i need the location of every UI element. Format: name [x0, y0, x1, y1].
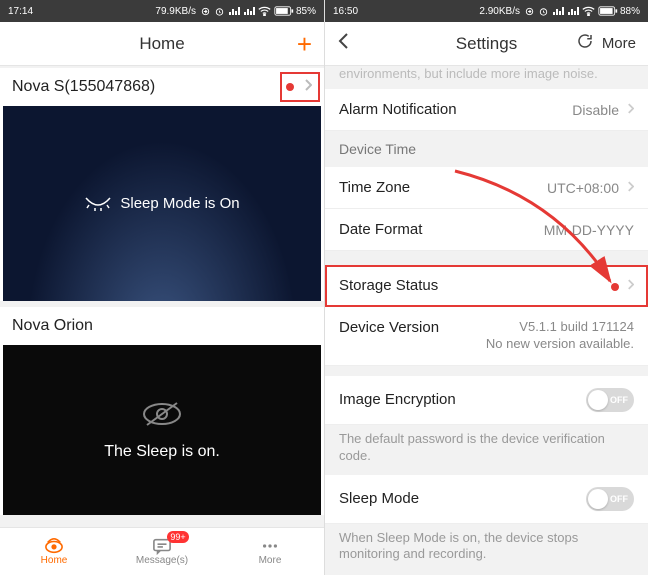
badge: 99+ [167, 531, 188, 543]
status-bar: 17:14 79.9KB/s 85% [0, 0, 324, 22]
top-nav: Home + [0, 22, 324, 66]
sleep-icon [84, 196, 112, 212]
settings-screen: 16:50 2.90KB/s 88% Settings More [324, 0, 648, 575]
device-header[interactable]: Nova S(155047868) [0, 68, 324, 106]
back-button[interactable] [337, 32, 349, 55]
truncated-text: environments, but include more image noi… [325, 66, 648, 89]
sleep-note: When Sleep Mode is on, the device stops … [325, 524, 648, 574]
row-timezone[interactable]: Time Zone UTC+08:00 [325, 167, 648, 209]
encryption-note: The default password is the device verif… [325, 425, 648, 475]
status-bar: 16:50 2.90KB/s 88% [325, 0, 648, 22]
section-device-time: Device Time [325, 131, 648, 167]
settings-list: environments, but include more image noi… [325, 66, 648, 575]
device-header[interactable]: Nova Orion [0, 307, 324, 345]
device-thumbnail[interactable]: The Sleep is on. [3, 345, 321, 515]
top-nav: Settings More [325, 22, 648, 66]
status-time: 16:50 [333, 6, 358, 17]
chevron-right-icon [627, 277, 634, 294]
device-name: Nova S(155047868) [12, 78, 155, 96]
row-alarm-notification[interactable]: Alarm Notification Disable [325, 89, 648, 131]
chevron-right-icon [627, 101, 634, 118]
tab-more[interactable]: More [216, 528, 324, 575]
device-card[interactable]: Nova S(155047868) Sleep Mode is On [0, 68, 324, 301]
bottom-nav: Home 99+ Message(s) More [0, 527, 324, 575]
page-title: Home [64, 34, 260, 54]
chevron-right-icon [627, 179, 634, 196]
refresh-button[interactable] [576, 32, 594, 55]
sleep-text: Sleep Mode is On [120, 195, 239, 212]
status-icons: 85% [200, 6, 316, 17]
sleep-icon [139, 399, 185, 433]
toggle-off[interactable]: OFF [586, 388, 634, 412]
page-title: Settings [389, 34, 584, 54]
battery-icon: 88% [598, 6, 640, 17]
row-device-version[interactable]: Device Version V5.1.1 build 171124 No ne… [325, 307, 648, 366]
row-image-encryption[interactable]: Image Encryption OFF [325, 376, 648, 425]
status-icons: 88% [524, 6, 640, 17]
status-net: 2.90KB/s [479, 6, 520, 17]
tab-messages[interactable]: 99+ Message(s) [108, 528, 216, 575]
tab-home[interactable]: Home [0, 528, 108, 575]
more-button[interactable]: More [602, 35, 636, 52]
status-time: 17:14 [8, 6, 33, 17]
row-date-format[interactable]: Date Format MM-DD-YYYY [325, 209, 648, 251]
alert-dot-icon [611, 283, 619, 291]
home-screen: 17:14 79.9KB/s 85% Home + Nova S(1550478… [0, 0, 324, 575]
battery-icon: 85% [274, 6, 316, 17]
toggle-off[interactable]: OFF [586, 487, 634, 511]
row-storage-status[interactable]: Storage Status [325, 265, 648, 307]
row-sleep-mode[interactable]: Sleep Mode OFF [325, 475, 648, 524]
sleep-text: The Sleep is on. [104, 443, 220, 461]
highlight-box [280, 72, 320, 102]
device-thumbnail[interactable]: Sleep Mode is On [3, 106, 321, 301]
device-name: Nova Orion [12, 317, 93, 335]
device-list: Nova S(155047868) Sleep Mode is On Nova … [0, 66, 324, 527]
status-net: 79.9KB/s [155, 6, 196, 17]
add-device-button[interactable]: + [297, 31, 312, 57]
device-card[interactable]: Nova Orion The Sleep is on. [0, 307, 324, 515]
